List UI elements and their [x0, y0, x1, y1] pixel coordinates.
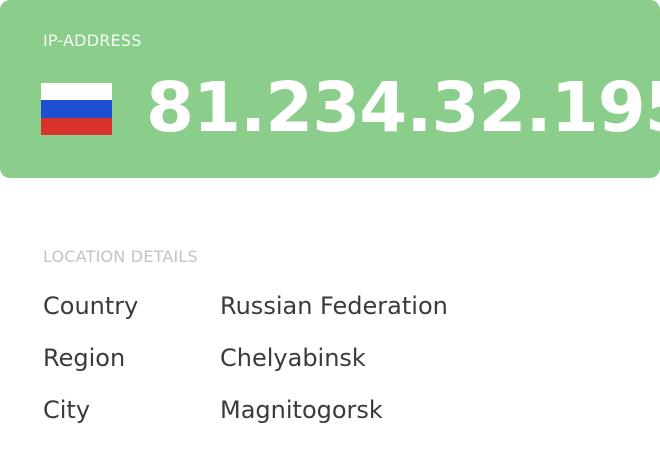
location-row-region: Region Chelyabinsk: [43, 344, 603, 376]
flag-stripe-white: [41, 83, 112, 101]
location-row-city: City Magnitogorsk: [43, 396, 603, 428]
region-label: Region: [43, 344, 126, 372]
location-details-title: LOCATION DETAILS: [43, 247, 198, 266]
ip-address-label: IP-ADDRESS: [43, 31, 142, 50]
city-label: City: [43, 396, 91, 424]
flag-stripe-red: [41, 117, 112, 135]
ip-address-card: IP-ADDRESS 81.234.32.195: [0, 0, 660, 178]
russia-flag-icon: [41, 83, 112, 135]
region-value: Chelyabinsk: [220, 344, 366, 372]
country-label: Country: [43, 292, 139, 320]
city-value: Magnitogorsk: [220, 396, 383, 424]
location-row-country: Country Russian Federation: [43, 292, 603, 324]
ip-address-value: 81.234.32.195: [146, 68, 660, 148]
flag-stripe-blue: [41, 100, 112, 118]
country-value: Russian Federation: [220, 292, 448, 320]
